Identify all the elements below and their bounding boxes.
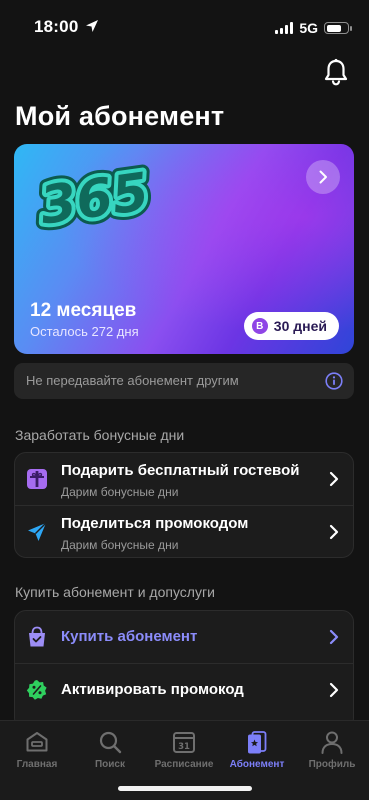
tab-schedule[interactable]: 31 Расписание: [147, 727, 221, 775]
list-item-subtitle: Дарим бонусные дни: [61, 538, 179, 552]
card-details-button[interactable]: [306, 160, 340, 194]
list-item-buy-subscription[interactable]: Купить абонемент: [15, 611, 353, 663]
list-item-title: Поделиться промокодом: [61, 515, 249, 532]
profile-icon: [321, 731, 343, 754]
home-indicator: [118, 786, 252, 791]
percent-badge-icon: [26, 680, 47, 700]
buy-services-list: Купить абонемент Активировать промокод: [14, 610, 354, 730]
chevron-right-icon: [329, 629, 339, 645]
earn-section-title: Заработать бонусные дни: [15, 427, 185, 443]
tab-label: Профиль: [308, 759, 356, 770]
logo-365: 365 365 365: [32, 160, 159, 232]
location-arrow-icon: [86, 20, 98, 32]
buy-section-title: Купить абонемент и допуслуги: [15, 584, 215, 600]
list-item-title: Купить абонемент: [61, 628, 198, 645]
status-bar: 18:00 5G: [0, 0, 369, 52]
bonus-days-pill[interactable]: В 30 дней: [243, 312, 339, 340]
page-title: Мой абонемент: [15, 101, 225, 131]
tab-label: Поиск: [94, 759, 125, 770]
calendar-icon: 31: [173, 732, 195, 753]
svg-text:31: 31: [178, 742, 190, 752]
chevron-right-icon: [329, 471, 339, 487]
info-icon[interactable]: [325, 372, 343, 390]
subscription-card[interactable]: 365 365 365 12 месяцев Осталось 272 дня …: [14, 144, 354, 354]
earn-bonus-list: Подарить бесплатный гостевой Дарим бонус…: [14, 452, 354, 558]
home-icon: [26, 732, 48, 752]
list-item-share-promo[interactable]: Поделиться промокодом Дарим бонусные дни: [15, 505, 353, 557]
bonus-days-label: 30 дней: [273, 318, 327, 334]
notice-banner: Не передавайте абонемент другим: [14, 363, 354, 399]
battery-icon: [324, 22, 352, 34]
notifications-bell-icon[interactable]: [323, 58, 349, 86]
chevron-right-icon: [319, 170, 327, 184]
tab-label: Расписание: [154, 759, 214, 770]
gift-icon: [27, 469, 47, 489]
tab-search[interactable]: Поиск: [73, 727, 147, 775]
subscription-remaining: Осталось 272 дня: [30, 324, 139, 339]
network-label: 5G: [299, 20, 318, 36]
tab-label: Главная: [16, 759, 58, 770]
bonus-badge-icon: В: [251, 318, 268, 334]
send-icon: [28, 522, 47, 541]
tab-home[interactable]: Главная: [0, 727, 74, 775]
shopping-bag-icon: [29, 626, 45, 647]
signal-icon: [275, 22, 294, 34]
tab-profile[interactable]: Профиль: [295, 727, 369, 775]
notice-text: Не передавайте абонемент другим: [26, 373, 239, 388]
chevron-right-icon: [329, 682, 339, 698]
status-indicators: 5G: [275, 20, 352, 36]
list-item-gift-guest[interactable]: Подарить бесплатный гостевой Дарим бонус…: [15, 453, 353, 505]
svg-text:365: 365: [37, 162, 153, 232]
subscription-period: 12 месяцев: [30, 300, 137, 321]
list-item-subtitle: Дарим бонусные дни: [61, 485, 179, 499]
status-time: 18:00: [34, 17, 79, 36]
list-item-title: Активировать промокод: [61, 681, 244, 698]
search-icon: [99, 731, 122, 754]
chevron-right-icon: [329, 524, 339, 540]
list-item-title: Подарить бесплатный гостевой: [61, 462, 300, 479]
tab-membership[interactable]: Абонемент: [220, 727, 294, 775]
list-item-activate-promo[interactable]: Активировать промокод: [15, 663, 353, 715]
tab-label: Абонемент: [229, 759, 285, 770]
membership-card-icon: [248, 731, 267, 754]
